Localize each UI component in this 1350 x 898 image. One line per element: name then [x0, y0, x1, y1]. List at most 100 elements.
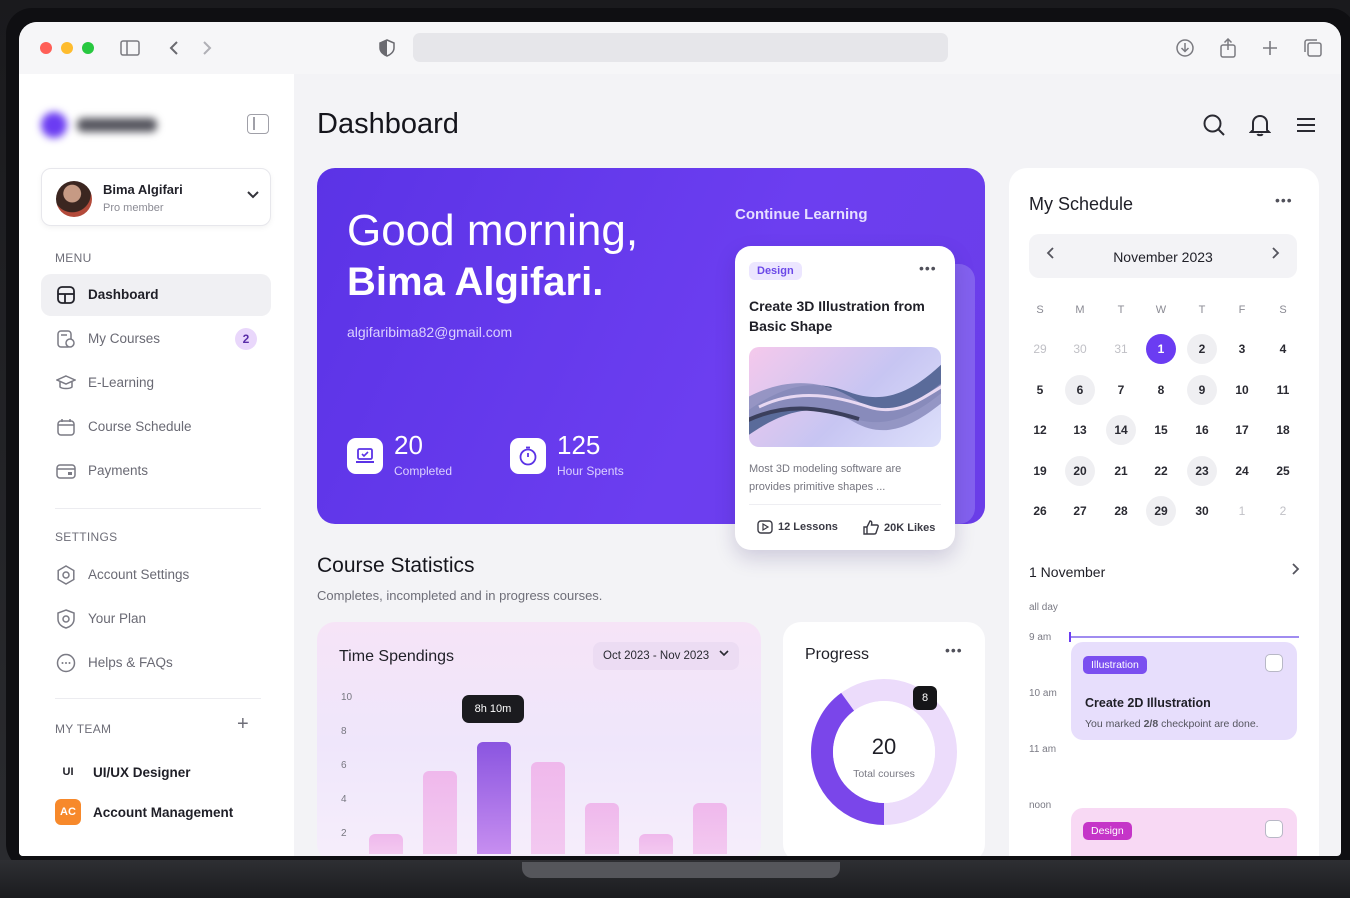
search-icon[interactable] — [1201, 112, 1227, 138]
team-item-account-management[interactable]: AC Account Management — [55, 798, 233, 826]
chart-bar[interactable] — [423, 771, 457, 854]
calendar-day[interactable]: 26 — [1025, 496, 1055, 526]
sidebar-item-e-learning[interactable]: E-Learning — [41, 362, 271, 404]
calendar-day[interactable]: 4 — [1268, 334, 1298, 364]
tab-overview-icon[interactable] — [1301, 36, 1325, 60]
chart-bar[interactable] — [531, 761, 565, 854]
calendar-day[interactable]: 27 — [1065, 496, 1095, 526]
sidebar-item-payments[interactable]: Payments — [41, 450, 271, 492]
calendar-day[interactable]: 22 — [1146, 456, 1176, 486]
chart-bar[interactable] — [477, 741, 511, 854]
calendar-day[interactable]: 5 — [1025, 375, 1055, 405]
share-icon[interactable] — [1216, 36, 1240, 60]
minimize-window-button[interactable] — [61, 42, 73, 54]
more-options-icon[interactable]: ••• — [1275, 192, 1293, 208]
chart-bar[interactable] — [693, 802, 727, 854]
calendar-day[interactable]: 20 — [1065, 455, 1095, 486]
calendar-day[interactable]: 1 — [1227, 496, 1257, 526]
next-day-icon[interactable] — [1291, 560, 1301, 581]
download-icon[interactable] — [1173, 36, 1197, 60]
event-title: Create 2D Illustration — [1085, 696, 1211, 710]
user-name: Bima Algifari — [103, 182, 183, 197]
calendar-day[interactable]: 16 — [1187, 415, 1217, 445]
calendar-day[interactable]: 2 — [1187, 334, 1217, 364]
course-statistics-title: Course Statistics — [317, 554, 475, 577]
menu-icon[interactable] — [1293, 112, 1319, 138]
chart-bar[interactable] — [369, 833, 403, 854]
calendar-day[interactable]: 13 — [1065, 415, 1095, 445]
calendar-day[interactable]: 29 — [1146, 496, 1176, 526]
event-card[interactable]: Design — [1071, 808, 1297, 856]
calendar-day[interactable]: 30 — [1187, 496, 1217, 526]
calendar-day[interactable]: 10 — [1227, 375, 1257, 405]
sidebar-toggle-icon[interactable] — [118, 36, 142, 60]
calendar-day[interactable]: 3 — [1227, 334, 1257, 364]
course-card[interactable]: Design ••• Create 3D Illustration from B… — [735, 246, 955, 550]
event-checkbox[interactable] — [1265, 820, 1283, 838]
sidebar-item-course-schedule[interactable]: Course Schedule — [41, 406, 271, 448]
user-switcher[interactable]: Bima Algifari Pro member — [41, 168, 271, 226]
calendar-day[interactable]: 8 — [1146, 375, 1176, 405]
schedule-title: My Schedule — [1029, 194, 1134, 214]
chevron-down-icon — [246, 187, 260, 203]
event-checkbox[interactable] — [1265, 654, 1283, 672]
divider — [749, 504, 941, 505]
calendar-day[interactable]: 7 — [1106, 375, 1136, 405]
chart-bar[interactable] — [585, 802, 619, 854]
calendar-day[interactable]: 2 — [1268, 496, 1298, 526]
time-spendings-card: Time Spendings Oct 2023 - Nov 2023 10 8 … — [317, 622, 761, 856]
sidebar-item-dashboard[interactable]: Dashboard — [41, 274, 271, 316]
bell-icon[interactable] — [1247, 112, 1273, 138]
calendar-day[interactable]: 18 — [1268, 415, 1298, 445]
chevron-down-icon — [719, 648, 729, 660]
sidebar-item-my-courses[interactable]: My Courses 2 — [41, 318, 271, 360]
stat-value: 125 — [557, 430, 601, 460]
calendar-day[interactable]: 14 — [1106, 415, 1136, 445]
sidebar-item-label: Your Plan — [88, 611, 147, 626]
next-month-icon[interactable] — [1271, 244, 1281, 265]
add-team-icon[interactable]: + — [237, 713, 249, 736]
calendar-day[interactable]: 11 — [1268, 375, 1298, 405]
calendar-day[interactable]: 9 — [1187, 374, 1217, 405]
sidebar-item-account-settings[interactable]: Account Settings — [41, 554, 271, 596]
date-range-select[interactable]: Oct 2023 - Nov 2023 — [593, 642, 739, 670]
team-name: UI/UX Designer — [93, 764, 191, 780]
calendar-day[interactable]: 25 — [1268, 456, 1298, 486]
calendar-day[interactable]: 28 — [1106, 496, 1136, 526]
team-item-uiux[interactable]: UI UI/UX Designer — [55, 758, 191, 786]
progress-total-value: 20 — [871, 734, 897, 759]
sidebar-item-your-plan[interactable]: Your Plan — [41, 598, 271, 640]
team-avatar: UI — [55, 759, 81, 785]
calendar-day[interactable]: 15 — [1146, 415, 1176, 445]
calendar-day[interactable]: 23 — [1187, 455, 1217, 486]
y-tick: 10 — [341, 692, 353, 703]
calendar-day[interactable]: 29 — [1025, 334, 1055, 364]
team-name: Account Management — [93, 804, 234, 820]
divider — [55, 698, 261, 699]
course-title: Create 3D Illustration from Basic Shape — [749, 298, 925, 334]
chart-bar[interactable] — [639, 833, 673, 854]
back-icon[interactable] — [162, 36, 186, 60]
weekday-label: M — [1075, 304, 1085, 316]
logo — [41, 110, 159, 138]
calendar-day[interactable]: 17 — [1227, 415, 1257, 445]
calendar-day[interactable]: 1 — [1146, 334, 1176, 364]
close-window-button[interactable] — [40, 42, 52, 54]
calendar-day[interactable]: 30 — [1065, 334, 1095, 364]
new-tab-icon[interactable] — [1258, 36, 1282, 60]
collapse-sidebar-icon[interactable] — [247, 114, 269, 134]
calendar-day[interactable]: 21 — [1106, 456, 1136, 486]
calendar-day[interactable]: 6 — [1065, 374, 1095, 405]
more-options-icon[interactable]: ••• — [919, 260, 937, 276]
address-bar[interactable] — [413, 33, 948, 62]
calendar-day[interactable]: 19 — [1025, 456, 1055, 486]
calendar-day[interactable]: 24 — [1227, 456, 1257, 486]
sidebar-item-helps-faqs[interactable]: Helps & FAQs — [41, 642, 271, 684]
privacy-shield-icon[interactable] — [375, 36, 399, 60]
zoom-window-button[interactable] — [82, 42, 94, 54]
event-card[interactable]: Illustration Create 2D Illustration You … — [1071, 642, 1297, 740]
forward-icon[interactable] — [195, 36, 219, 60]
likes-count[interactable]: 20K Likes — [863, 520, 935, 535]
calendar-day[interactable]: 31 — [1106, 334, 1136, 364]
calendar-day[interactable]: 12 — [1025, 415, 1055, 445]
